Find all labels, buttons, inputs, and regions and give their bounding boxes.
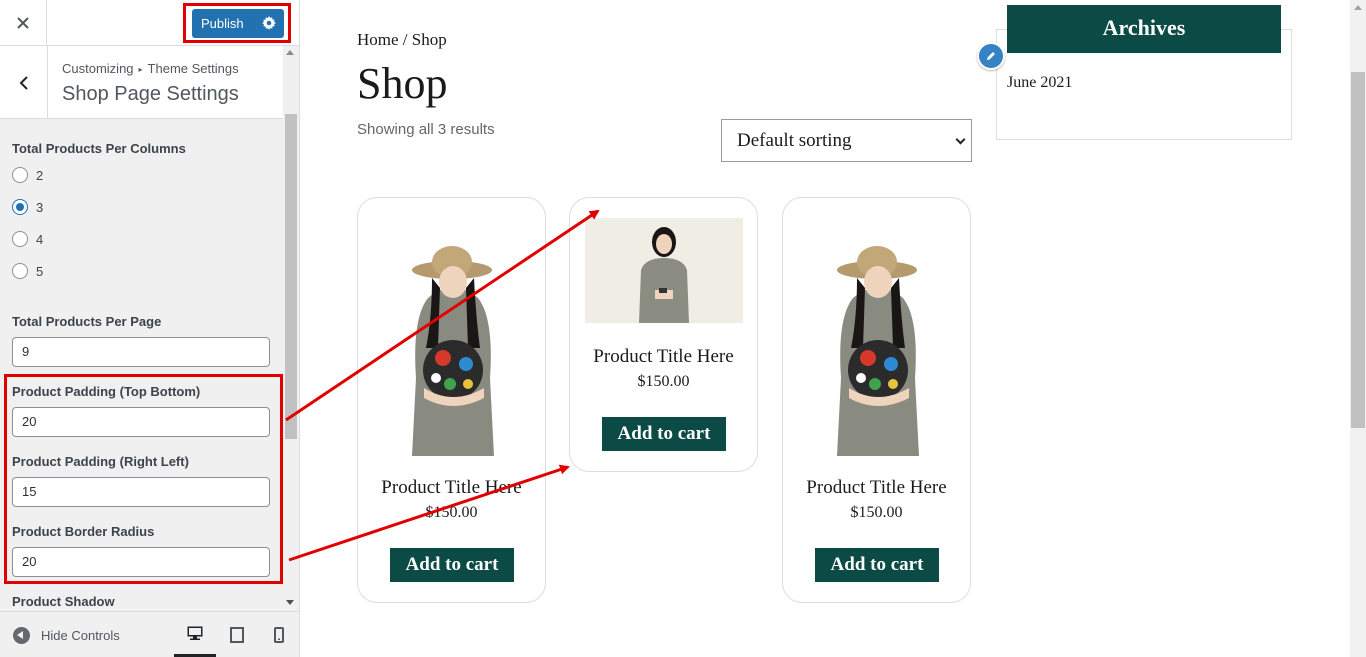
add-to-cart-button[interactable]: Add to cart [815,548,939,582]
per-page-input[interactable]: 9 [12,337,270,367]
hide-controls-label: Hide Controls [41,628,120,643]
close-button[interactable] [0,0,47,46]
chevron-left-icon [19,75,28,90]
sorting-select[interactable]: Default sorting [721,119,972,162]
columns-radio-3[interactable]: 3 [12,198,43,216]
product-image[interactable] [823,238,933,456]
back-button[interactable] [0,46,48,119]
publish-button[interactable]: Publish [192,9,284,38]
product-price: $150.00 [850,504,903,521]
scroll-down-arrow[interactable] [286,600,294,605]
archives-link[interactable]: June 2021 [1007,74,1072,92]
breadcrumb-separator: ▸ [138,65,143,74]
columns-radio-4[interactable]: 4 [12,230,43,248]
sorting-value: Default sorting [737,130,852,151]
hide-controls-button[interactable]: Hide Controls [13,627,120,644]
breadcrumb-section: Theme Settings [147,61,239,76]
padding-right-left-input[interactable]: 15 [12,477,270,507]
radio-button[interactable] [12,263,28,279]
product-price: $150.00 [637,373,690,390]
product-card[interactable]: Product Title Here $150.00 Add to cart [569,197,758,472]
border-radius-label: Product Border Radius [12,524,155,539]
radio-button[interactable] [12,231,28,247]
radio-button-checked[interactable] [12,199,28,215]
scroll-up-arrow[interactable] [1354,5,1362,10]
panel-scrollbar-thumb[interactable] [285,114,297,439]
preview-scrollbar-thumb[interactable] [1351,72,1365,428]
product-image[interactable] [585,218,743,323]
device-desktop-button[interactable] [174,612,216,657]
padding-right-left-label: Product Padding (Right Left) [12,454,189,469]
add-to-cart-button[interactable]: Add to cart [390,548,514,582]
section-title: Shop Page Settings [62,83,239,105]
gear-icon[interactable] [262,16,276,30]
radio-button[interactable] [12,167,28,183]
mobile-icon [274,627,284,643]
shop-breadcrumb[interactable]: Home / Shop [357,30,447,50]
product-title[interactable]: Product Title Here [570,346,757,368]
product-image[interactable] [398,238,508,456]
product-price: $150.00 [425,504,478,521]
border-radius-input[interactable]: 20 [12,547,270,577]
close-icon [17,17,29,29]
breadcrumb-parent: Customizing [62,61,134,76]
columns-radio-2[interactable]: 2 [12,166,43,184]
product-title[interactable]: Product Title Here [358,477,545,499]
padding-top-bottom-input[interactable]: 20 [12,407,270,437]
product-card[interactable]: Product Title Here $150.00 Add to cart [782,197,971,603]
pencil-icon [987,52,995,60]
columns-label: Total Products Per Columns [12,141,186,156]
device-mobile-button[interactable] [258,612,300,657]
customizer-panel: Publish Customizing ▸ Theme Settings Shop … [0,0,300,657]
radio-label: 5 [36,263,44,279]
product-card[interactable]: Product Title Here $150.00 Add to cart [357,197,546,603]
padding-top-bottom-label: Product Padding (Top Bottom) [12,384,201,399]
page-title: Shop [357,59,448,108]
section-header: Customizing ▸ Theme Settings Shop Page Set… [0,46,283,119]
publish-label: Publish [201,16,244,31]
scroll-up-arrow[interactable] [286,50,294,55]
desktop-icon [187,626,203,640]
radio-label: 2 [36,167,44,183]
edit-shortcut-button[interactable] [977,42,1005,70]
radio-label: 3 [36,199,44,215]
customizer-breadcrumb: Customizing ▸ Theme Settings [62,61,239,76]
columns-radio-5[interactable]: 5 [12,262,43,280]
shadow-label: Product Shadow [12,594,115,609]
site-preview: Home / Shop Shop Showing all 3 results D… [300,0,1366,657]
product-title[interactable]: Product Title Here [783,477,970,499]
archives-title: Archives [1007,5,1281,53]
per-page-label: Total Products Per Page [12,314,162,329]
tablet-icon [230,627,244,643]
chevron-down-icon [955,134,966,145]
device-tablet-button[interactable] [216,612,258,657]
customizer-header: Publish [0,0,299,46]
add-to-cart-button[interactable]: Add to cart [602,417,726,451]
radio-label: 4 [36,231,44,247]
customizer-footer: Hide Controls [0,611,299,657]
result-count: Showing all 3 results [357,121,495,138]
collapse-arrow-icon [13,627,30,644]
